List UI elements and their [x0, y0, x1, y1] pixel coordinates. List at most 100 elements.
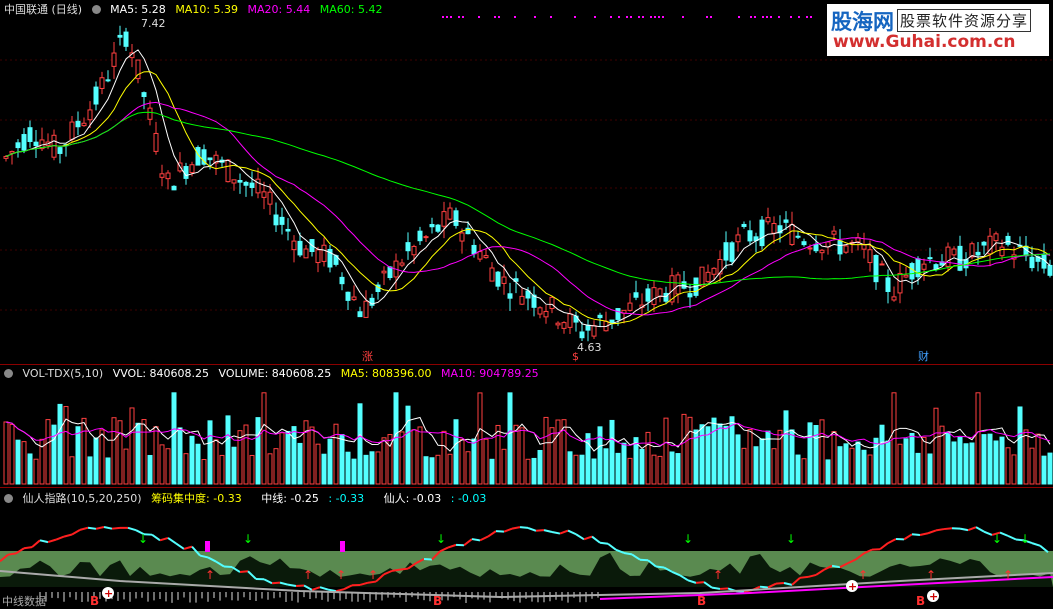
candle-body [880, 264, 884, 265]
indicator-header: 仙人指路(10,5,20,250) 筹码集中度: -0.33 中线: -0.25… [4, 490, 492, 506]
volume-bar [214, 440, 218, 484]
candle-body [472, 245, 476, 253]
volume-bar [226, 416, 230, 484]
volume-bar [514, 425, 518, 484]
candle-body [298, 241, 302, 255]
candle-body [322, 245, 326, 261]
candle-body [22, 135, 26, 151]
volume-bar [538, 450, 542, 484]
xianren-line [224, 566, 232, 567]
volume-bar [364, 455, 368, 484]
volume-bar [688, 417, 692, 484]
volume-bar [184, 454, 188, 484]
volume-bar [76, 427, 80, 484]
xianren-line [400, 569, 408, 570]
high-price-label: 7.42 [141, 17, 166, 30]
volume-title: VOL-TDX(5,10) [23, 367, 104, 380]
candle-body [400, 263, 404, 265]
panel-divider[interactable] [0, 487, 1053, 488]
volume-bar [160, 445, 164, 484]
volume-bar [970, 443, 974, 484]
panel-divider[interactable] [0, 364, 1053, 365]
settings-circle-icon[interactable] [92, 5, 101, 14]
volume-bar [598, 427, 602, 484]
settings-circle-icon[interactable] [4, 494, 13, 503]
volume-bar [274, 449, 278, 484]
xianren-line [760, 587, 768, 588]
candle-body [976, 252, 980, 255]
volume-bar [1030, 448, 1034, 484]
candle-body [262, 192, 266, 198]
candle-body [454, 211, 458, 226]
candle-body [508, 294, 512, 298]
volume-bar [790, 430, 794, 484]
candle-body [58, 148, 62, 154]
volume-bar [34, 459, 38, 484]
xianren-line [64, 535, 72, 537]
candle-body [148, 108, 152, 119]
xianren-line [936, 529, 944, 530]
up-arrow-icon: ↑ [926, 568, 936, 582]
volume-bar [94, 438, 98, 484]
volume-bar [1000, 437, 1004, 484]
candle-body [910, 264, 914, 279]
candle-body [802, 242, 806, 245]
signal-dot [738, 16, 740, 18]
indicator-panel[interactable]: ↓↓↓↓↓↓↓↑↑↑↑↑↑↑↑BBBB+++ 仙人指路(10,5,20,250)… [0, 489, 1053, 608]
volume-bar [1036, 434, 1040, 484]
event-marker-dollar[interactable]: $ [572, 350, 579, 363]
xianren-line [504, 529, 512, 532]
candle-body [94, 87, 98, 104]
volume-bar [322, 454, 326, 484]
vol-ma5-value: MA5: 808396.00 [341, 367, 432, 380]
xianren-line [536, 530, 544, 531]
candle-body [706, 272, 710, 281]
candle-body [898, 273, 902, 292]
volume-bar [1018, 407, 1022, 484]
signal-dot [494, 16, 496, 18]
signal-dot [442, 16, 444, 18]
xianren-line [552, 532, 560, 534]
signal-dot [610, 16, 612, 18]
candle-body [16, 143, 20, 148]
ma10-line [6, 72, 1050, 324]
xianren-line [272, 583, 280, 584]
volume-panel[interactable]: VOL-TDX(5,10) VVOL: 840608.25 VOLUME: 84… [0, 366, 1053, 488]
xianren-line [560, 531, 568, 534]
xianren-line [832, 566, 840, 567]
up-arrow-icon: ↑ [303, 568, 313, 582]
chip-concentration-value: 筹码集中度: -0.33 [151, 492, 242, 505]
volume-bar [370, 452, 374, 484]
ma5-value: MA5: 5.28 [110, 3, 166, 16]
xianren-line [288, 585, 296, 586]
volume-bar [682, 414, 686, 484]
settings-circle-icon[interactable] [4, 369, 13, 378]
volume-bar [664, 418, 668, 484]
xianren-line [800, 577, 808, 578]
candle-body [4, 156, 8, 158]
volume-bar [340, 435, 344, 484]
xianren-line [568, 531, 576, 535]
signal-dot [478, 16, 480, 18]
signal-dot [710, 16, 712, 18]
candle-body [10, 151, 14, 153]
volume-chart [0, 366, 1053, 488]
volume-bar [244, 425, 248, 484]
event-marker-cai[interactable]: 财 [918, 348, 929, 364]
volume-bar [64, 407, 68, 484]
xianren-value: 仙人: -0.03 [384, 492, 442, 505]
candle-body [736, 235, 740, 242]
volume-bar [376, 452, 380, 484]
candle-body [154, 133, 158, 151]
signal-dot [766, 16, 768, 18]
volume-bar [412, 430, 416, 484]
candlestick-panel[interactable]: 中国联通 (日线) MA5: 5.28 MA10: 5.39 MA20: 5.4… [0, 0, 1053, 365]
volume-bar [208, 421, 212, 484]
volume-bar [772, 449, 776, 484]
low-price-label: 4.63 [577, 341, 602, 354]
candle-body [208, 158, 212, 160]
volume-bar [844, 444, 848, 484]
volume-bar [556, 420, 560, 484]
event-marker-zhang[interactable]: 涨 [362, 348, 373, 364]
ma60-line [6, 112, 1050, 284]
